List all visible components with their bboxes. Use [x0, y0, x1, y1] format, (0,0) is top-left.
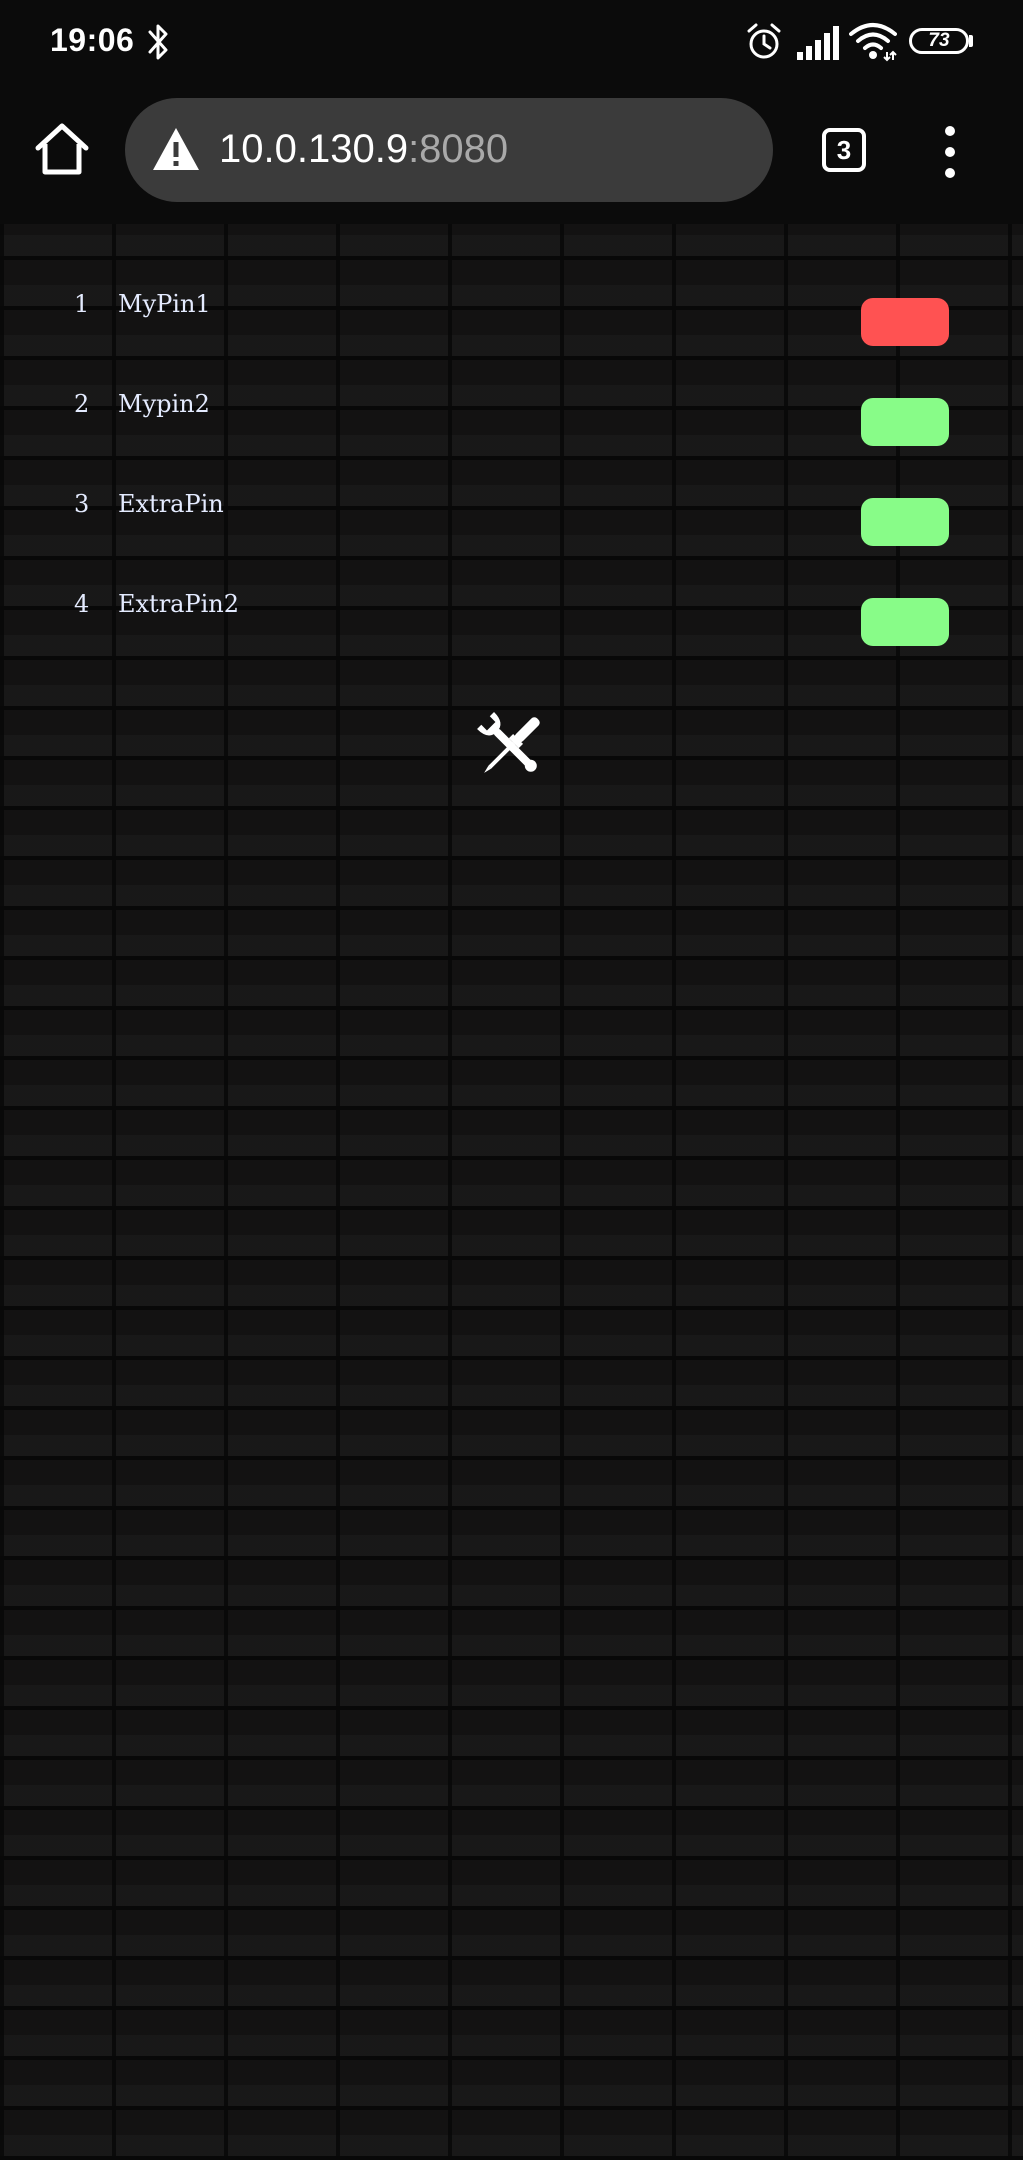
- pin-number: 2: [74, 390, 90, 418]
- pin-row: 4 ExtraPin2: [0, 584, 1023, 664]
- tools-icon[interactable]: [469, 704, 553, 788]
- status-bar: 19:06 73: [0, 0, 1023, 84]
- pin-toggle-button[interactable]: [861, 598, 949, 646]
- pin-number: 1: [74, 290, 90, 318]
- pin-toggle-button[interactable]: [861, 298, 949, 346]
- warning-icon[interactable]: [151, 126, 201, 172]
- home-icon[interactable]: [32, 120, 92, 180]
- pin-number: 3: [74, 490, 90, 518]
- pin-row: 3 ExtraPin: [0, 484, 1023, 564]
- bluetooth-icon: [148, 24, 168, 60]
- pin-name: ExtraPin: [118, 490, 224, 518]
- url-port: :8080: [408, 127, 509, 171]
- battery-tip: [969, 35, 973, 47]
- pin-number: 4: [74, 590, 90, 618]
- tabs-icon[interactable]: 3: [822, 128, 866, 172]
- wifi-icon: [849, 23, 897, 62]
- pin-row: 1 MyPin1: [0, 284, 1023, 364]
- url-text[interactable]: 10.0.130.9:8080: [219, 124, 508, 174]
- status-icons: 73: [745, 22, 975, 62]
- pin-name: Mypin2: [118, 390, 210, 418]
- browser-toolbar: 10.0.130.9:8080 3: [0, 84, 1023, 224]
- pin-toggle-button[interactable]: [861, 498, 949, 546]
- pin-row: 2 Mypin2: [0, 384, 1023, 464]
- more-vert-icon[interactable]: [934, 124, 966, 180]
- status-time: 19:06: [50, 22, 135, 58]
- pin-name: MyPin1: [118, 290, 211, 318]
- pin-name: ExtraPin2: [118, 590, 240, 618]
- signal-icon: [797, 26, 839, 60]
- page-content: 1 MyPin1 2 Mypin2 3 ExtraPin 4 ExtraPin2: [0, 224, 1023, 2160]
- battery-icon: 73: [909, 28, 969, 54]
- alarm-icon: [747, 23, 781, 59]
- url-host: 10.0.130.9: [219, 127, 409, 171]
- pin-toggle-button[interactable]: [861, 398, 949, 446]
- address-bar[interactable]: 10.0.130.9:8080: [125, 98, 773, 202]
